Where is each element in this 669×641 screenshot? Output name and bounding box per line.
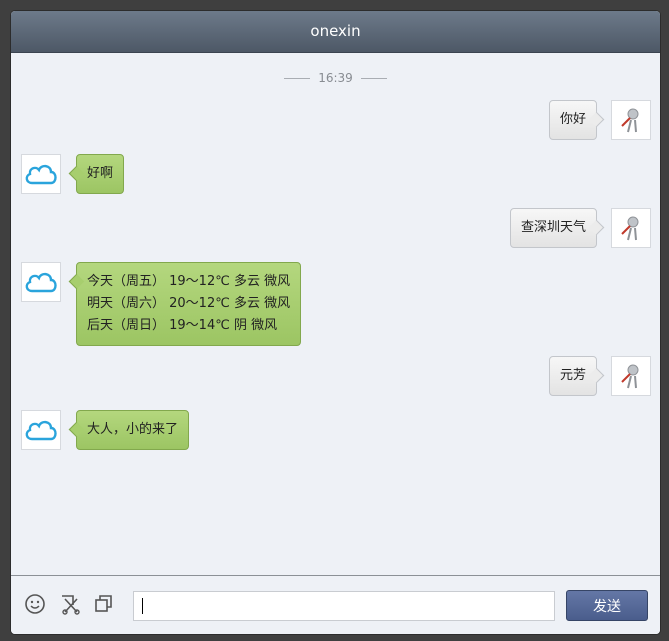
message-text: 你好 [559,112,586,127]
window-title: onexin [11,11,660,53]
emoji-icon[interactable] [24,593,46,615]
message-bubble-user[interactable]: 元芳 [548,356,597,396]
message-text-line: 明天（周六） 20～12℃ 多云 微风 [87,296,291,311]
message-list[interactable]: 16:39 你好 好啊 查深圳天气 今天（周五） 19～12℃ 多云 微风 明天… [11,53,660,575]
timestamp-text: 16:39 [318,71,353,85]
message-bubble-user[interactable]: 你好 [548,100,597,140]
send-button[interactable]: 发送 [566,590,648,621]
screenshot-cut-icon[interactable] [59,593,81,615]
timestamp-divider-left [284,78,311,79]
cloud-avatar-icon [21,262,61,302]
message-input[interactable] [133,591,555,621]
message-text: 大人，小的来了 [87,422,179,437]
message-text: 查深圳天气 [520,220,586,235]
user-avatar-icon [611,208,651,248]
window-copy-icon[interactable] [93,593,115,615]
message-bubble-bot[interactable]: 今天（周五） 19～12℃ 多云 微风 明天（周六） 20～12℃ 多云 微风 … [76,262,302,346]
composer-bar: 发送 [11,575,660,634]
timestamp-divider-right [360,78,387,79]
message-timestamp: 16:39 [11,71,660,85]
user-avatar-icon [611,100,651,140]
chat-window: onexin 16:39 你好 好啊 查深圳天气 今天（周五） 19～12℃ 多… [11,11,660,634]
message-text: 好啊 [87,166,114,181]
user-avatar-icon [611,356,651,396]
cloud-avatar-icon [21,154,61,194]
cloud-avatar-icon [21,410,61,450]
message-text-line: 今天（周五） 19～12℃ 多云 微风 [87,274,291,289]
message-bubble-bot[interactable]: 好啊 [76,154,125,194]
message-bubble-user[interactable]: 查深圳天气 [509,208,597,248]
message-text: 元芳 [559,368,586,383]
message-bubble-bot[interactable]: 大人，小的来了 [76,410,190,450]
message-text-line: 后天（周日） 19～14℃ 阴 微风 [87,318,278,333]
text-cursor [142,598,143,614]
